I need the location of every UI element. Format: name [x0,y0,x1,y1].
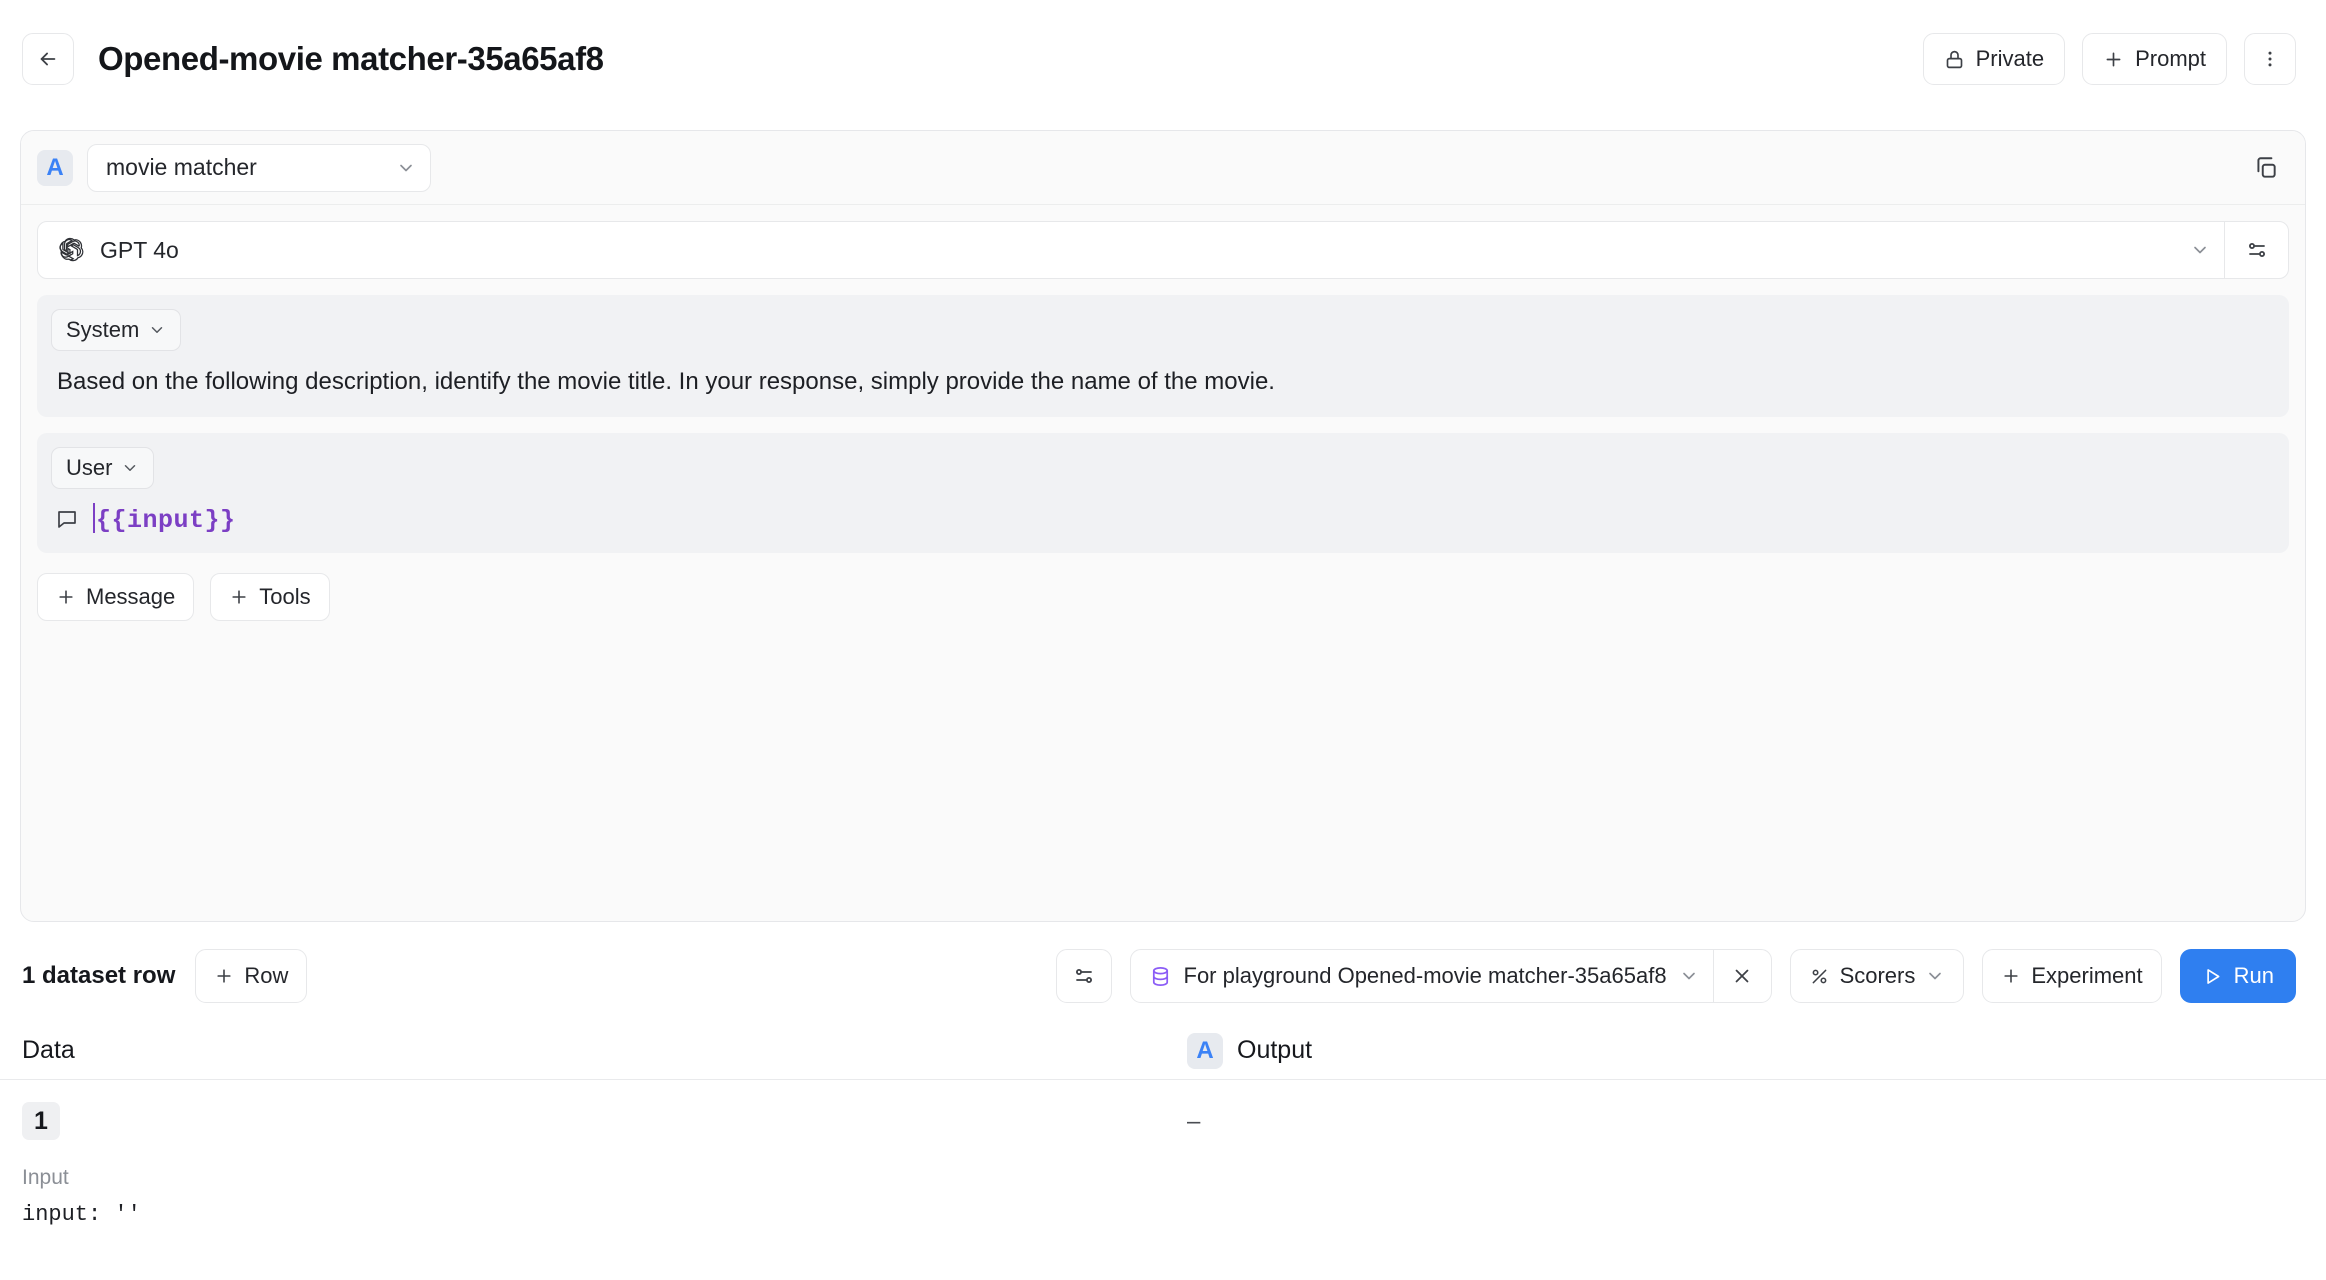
private-label: Private [1975,46,2045,71]
prompt-card: A movie matcher GPT 4o System Based on t… [20,130,2306,922]
add-message-button[interactable]: Message [37,572,195,621]
column-header-output: A Output [1187,1032,2304,1069]
message-block-system: System Based on the following descriptio… [37,295,2289,417]
add-row-label: Row [244,963,289,988]
model-select[interactable]: GPT 4o [38,222,2224,278]
database-icon [1149,965,1172,988]
plus-icon [2103,49,2124,70]
play-icon [2202,966,2223,987]
plus-icon [56,587,76,607]
dataset-name-label: For playground Opened-movie matcher-35a6… [1183,963,1667,988]
system-message-text[interactable]: Based on the following description, iden… [51,365,2275,399]
add-experiment-label: Experiment [2031,963,2143,988]
percent-icon [1809,966,1830,987]
model-settings-button[interactable] [2224,222,2288,278]
output-value: – [1187,1108,1201,1135]
cell-output: – [1187,1080,2304,1227]
role-selector-user[interactable]: User [51,446,155,489]
add-message-label: Message [86,583,176,609]
results-table: Data A Output 1 Input input: '' – [0,1022,2326,1227]
close-x-icon [1731,965,1753,987]
lock-icon [1944,49,1965,70]
app-header: Opened-movie matcher-35a65af8 Private Pr… [0,0,2326,118]
add-tools-label: Tools [259,583,311,609]
plus-icon [229,587,249,607]
model-row: GPT 4o [37,221,2289,279]
plus-icon [214,966,234,986]
dataset-toolbar: 1 dataset row Row For playground Opened-… [0,940,2326,1012]
prompt-name-label: movie matcher [106,154,257,180]
data-column-label: Data [22,1036,75,1064]
chevron-down-icon [1925,966,1945,986]
prompt-letter-badge: A [37,149,73,186]
text-cursor [93,502,95,533]
user-message-row[interactable]: {{input}} [51,502,2275,535]
table-header-row: Data A Output [0,1022,2326,1080]
role-label: System [66,317,140,342]
role-label: User [66,454,113,480]
user-message-variable[interactable]: {{input}} [93,502,236,535]
scorers-label: Scorers [1839,963,1916,988]
plus-icon [2001,966,2021,986]
prompt-card-body: GPT 4o System Based on the following des… [21,205,2305,621]
prompt-card-header: A movie matcher [21,131,2305,205]
dataset-selector: For playground Opened-movie matcher-35a6… [1129,949,1772,1003]
header-actions: Private Prompt [1922,33,2296,85]
copy-icon [2253,155,2279,181]
output-letter-badge: A [1187,1032,1223,1069]
chevron-down-icon [1679,966,1699,986]
chevron-down-icon [148,321,166,339]
add-row-button[interactable]: Row [195,949,308,1003]
column-header-data: Data [22,1036,1187,1065]
dataset-select-button[interactable]: For playground Opened-movie matcher-35a6… [1131,950,1713,1002]
private-button[interactable]: Private [1922,33,2066,85]
add-buttons-row: Message Tools [37,572,2289,621]
output-column-label: Output [1237,1036,1313,1064]
dataset-row-count: 1 dataset row [22,962,176,989]
add-experiment-button[interactable]: Experiment [1982,949,2162,1003]
role-selector-system[interactable]: System [51,309,182,351]
sliders-icon [2245,238,2269,262]
sliders-icon [1072,964,1096,988]
model-name-label: GPT 4o [100,236,179,263]
run-button[interactable]: Run [2179,949,2296,1003]
dataset-filter-button[interactable] [1055,949,1112,1003]
add-prompt-label: Prompt [2135,46,2206,71]
copy-prompt-button[interactable] [2245,147,2287,189]
run-label: Run [2233,963,2274,988]
variable-token: {{input}} [96,505,236,535]
more-options-button[interactable] [2244,33,2296,85]
dataset-toolbar-actions: For playground Opened-movie matcher-35a6… [1055,949,2296,1003]
openai-logo-icon [56,236,84,264]
kebab-menu-icon [2260,49,2280,69]
add-tools-button[interactable]: Tools [210,572,330,621]
add-prompt-button[interactable]: Prompt [2082,33,2227,85]
input-field-label: Input [22,1166,69,1189]
message-bubble-icon [55,507,79,531]
input-field-value[interactable]: input: '' [22,1202,1187,1227]
cell-data: 1 Input input: '' [22,1080,1187,1227]
row-index-badge: 1 [22,1102,60,1140]
chevron-down-icon [121,459,139,477]
prompt-name-select[interactable]: movie matcher [87,143,431,192]
message-block-user: User {{input}} [37,432,2289,553]
back-button[interactable] [22,33,74,85]
table-row[interactable]: 1 Input input: '' – [0,1080,2326,1227]
chevron-down-icon [396,158,416,178]
scorers-button[interactable]: Scorers [1789,949,1965,1003]
page-title: Opened-movie matcher-35a65af8 [98,40,604,77]
dataset-clear-button[interactable] [1712,950,1771,1002]
chevron-down-icon [2190,240,2210,260]
arrow-left-icon [37,48,59,70]
